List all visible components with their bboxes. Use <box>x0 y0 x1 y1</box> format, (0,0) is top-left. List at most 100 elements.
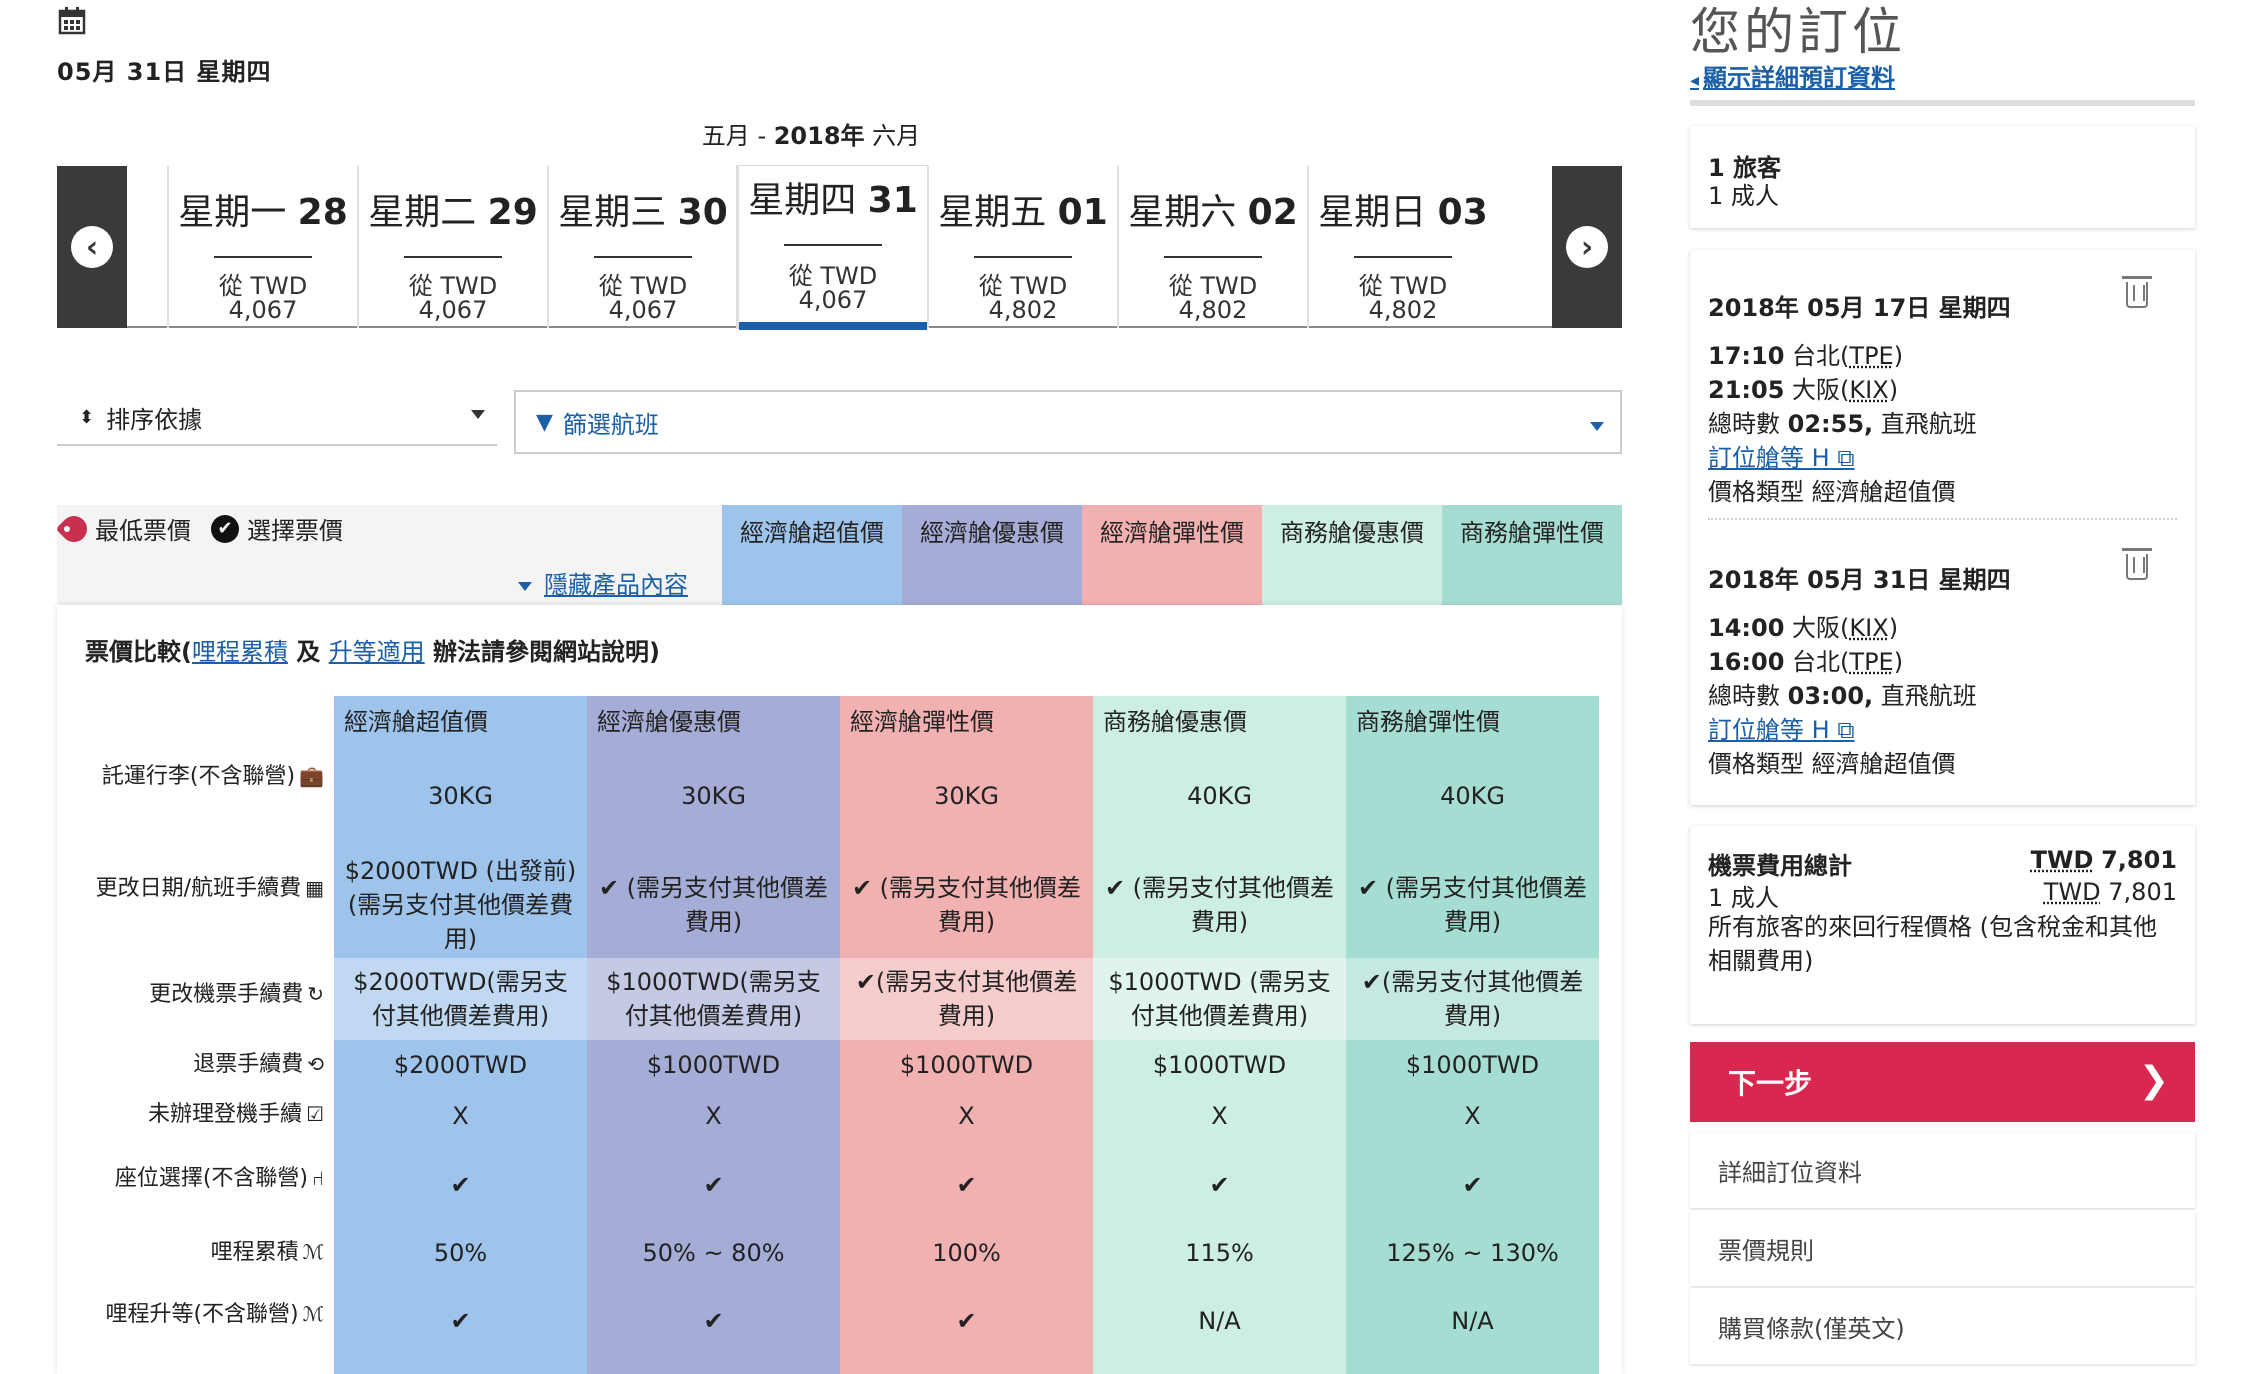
comparison-cell: X <box>705 1102 722 1130</box>
fare-column-header: 經濟艙超值價 <box>344 708 488 736</box>
departure: 17:10 台北(TPE) <box>1708 342 1904 370</box>
comparison-title: 票價比較(哩程累積 及 升等適用 辦法請參閱網站說明) <box>85 638 661 666</box>
comparison-cell: 30KG <box>681 782 746 810</box>
fare-class-tab-4[interactable]: 商務艙優惠價 <box>1262 505 1442 605</box>
comparison-cell: N/A <box>1198 1307 1241 1335</box>
date-option-02[interactable]: 星期六 02 從 TWD 4,802 <box>1117 166 1307 328</box>
comparison-cell: X <box>1464 1102 1481 1130</box>
comparison-cell: $1000TWD <box>1152 1051 1287 1079</box>
date-option-label: 星期五 01 <box>938 192 1108 233</box>
miles-icon: ℳ <box>302 1302 324 1326</box>
checkbox-icon: ☑ <box>306 1102 324 1126</box>
date-option-label: 星期六 02 <box>1128 192 1298 233</box>
miles-accrual-link[interactable]: 哩程累積 <box>192 638 288 666</box>
date-option-divider <box>974 256 1072 258</box>
date-option-31[interactable]: 星期四 31 從 TWD 4,067 <box>737 166 927 330</box>
arrival: 16:00 台北(TPE) <box>1708 648 1904 676</box>
comparison-cell: N/A <box>1451 1307 1494 1335</box>
refund-icon: ⟲ <box>307 1052 324 1076</box>
arrival: 21:05 大阪(KIX) <box>1708 376 1899 404</box>
comparison-cell: $1000TWD <box>646 1051 781 1079</box>
total-label: 機票費用總計 <box>1708 852 1852 880</box>
prev-dates-button[interactable]: ‹ <box>57 166 127 328</box>
departure: 14:00 大阪(KIX) <box>1708 614 1899 642</box>
date-option-price: 4,802 <box>988 296 1058 324</box>
external-link-icon: ⧉ <box>1837 444 1855 472</box>
fare-legend: 最低票價 ✔ 選擇票價 隱藏產品內容 <box>55 505 722 605</box>
chevron-down-icon <box>518 581 532 591</box>
comparison-cell: 50% <box>433 1239 488 1267</box>
date-option-divider <box>784 244 882 246</box>
fare-class-tab-2[interactable]: 經濟艙優惠價 <box>902 505 1082 605</box>
arrow-left-icon: ‹ <box>71 226 113 268</box>
comparison-cell: ✔ <box>1462 1171 1483 1199</box>
comparison-cell: ✔ (需另支付其他價差費用) <box>851 874 1082 936</box>
show-booking-details-link[interactable]: ◂ 顯示詳細預訂資料 <box>1690 58 1895 93</box>
comparison-cell: 100% <box>932 1239 1001 1267</box>
date-option-divider <box>1354 256 1452 258</box>
booking-title: 您的訂位 <box>1690 3 1906 61</box>
comparison-cell: 30KG <box>934 782 999 810</box>
date-option-29[interactable]: 星期二 29 從 TWD 4,067 <box>357 166 547 328</box>
comparison-row-label: 哩程累積 ℳ <box>80 1236 324 1269</box>
sidebar-divider <box>1690 100 2195 106</box>
flight-separator <box>1708 518 2177 520</box>
hide-product-details-link[interactable]: 隱藏產品內容 <box>518 565 688 600</box>
date-option-label: 星期二 29 <box>368 192 538 233</box>
date-carousel: ‹ 星期一 28 從 TWD 4,067 星期二 29 從 TWD 4,067 星期三 30… <box>57 166 1622 330</box>
comparison-cell: $2000TWD <box>393 1051 528 1079</box>
date-option-28[interactable]: 星期一 28 從 TWD 4,067 <box>167 166 357 328</box>
upgrade-link[interactable]: 升等適用 <box>329 638 425 666</box>
fare-rules-link[interactable]: 票價規則 <box>1690 1210 2195 1286</box>
date-option-01[interactable]: 星期五 01 從 TWD 4,802 <box>927 166 1117 328</box>
date-option-price: 4,802 <box>1368 296 1438 324</box>
purchase-terms-link[interactable]: 購買條款(僅英文) <box>1690 1288 2195 1364</box>
adult-price: TWD 7,801 <box>2043 878 2177 906</box>
comparison-cell: ✔ <box>1209 1171 1230 1199</box>
sort-dropdown[interactable]: ⬍ 排序依據 <box>57 390 497 446</box>
check-circle-icon: ✔ <box>211 514 239 543</box>
miles-icon: ℳ <box>302 1240 324 1264</box>
chevron-right-icon: ❯ <box>2138 1060 2169 1101</box>
price-tag-icon <box>55 510 93 547</box>
date-option-price: 4,067 <box>608 296 678 324</box>
chosen-fare-label: 選擇票價 <box>247 517 343 545</box>
comparison-cell: ✔ <box>450 1307 471 1335</box>
itinerary-card: 2018年 05月 17日 星期四 17:10 台北(TPE) 21:05 大阪(K… <box>1690 250 2195 805</box>
date-option-03[interactable]: 星期日 03 從 TWD 4,802 <box>1307 166 1497 328</box>
duration: 總時數 02:55, 直飛航班 <box>1708 410 1977 438</box>
trash-icon[interactable] <box>2122 548 2152 580</box>
date-option-label: 星期一 28 <box>178 192 348 233</box>
comparison-cell: $2000TWD(需另支付其他價差費用) <box>353 968 568 1030</box>
comparison-cell: ✔ <box>450 1171 471 1199</box>
date-option-price: 4,802 <box>1178 296 1248 324</box>
next-dates-button[interactable]: › <box>1552 166 1622 328</box>
next-step-button[interactable]: 下一步 ❯ <box>1690 1042 2195 1122</box>
booking-class-link[interactable]: 訂位艙等 H ⧉ <box>1708 438 1854 473</box>
date-option-divider <box>594 256 692 258</box>
comparison-row-label: 哩程升等(不含聯營) ℳ <box>80 1298 324 1331</box>
comparison-cell: ✔ (需另支付其他價差費用) <box>1357 874 1588 936</box>
date-list: 星期一 28 從 TWD 4,067 星期二 29 從 TWD 4,067 星期三 30 從 … <box>127 166 1552 330</box>
comparison-cell: ✔ <box>956 1171 977 1199</box>
date-option-30[interactable]: 星期三 30 從 TWD 4,067 <box>547 166 737 328</box>
passenger-card: 1 旅客 1 成人 <box>1690 126 2195 228</box>
comparison-cell: X <box>452 1102 469 1130</box>
seat-icon: ⑁ <box>312 1166 324 1190</box>
fare-class-tab-3[interactable]: 經濟艙彈性價 <box>1082 505 1262 605</box>
filter-dropdown[interactable]: ▼ 篩選航班 <box>514 390 1622 454</box>
date-option-price: 4,067 <box>418 296 488 324</box>
comparison-row-label: 託運行李(不含聯營) 💼 <box>80 760 324 793</box>
trash-icon[interactable] <box>2122 276 2152 308</box>
fare-class-tab-5[interactable]: 商務艙彈性價 <box>1442 505 1622 605</box>
date-option-label: 星期三 30 <box>558 192 728 233</box>
flight-date: 2018年 05月 17日 星期四 <box>1708 294 2011 322</box>
comparison-row-label: 更改日期/航班手續費 ▦ <box>80 872 324 905</box>
booking-class-link[interactable]: 訂位艙等 H ⧉ <box>1708 710 1854 745</box>
comparison-cell: $1000TWD <box>1405 1051 1540 1079</box>
filter-icon: ▼ <box>536 409 553 435</box>
fare-class-tab-1[interactable]: 經濟艙超值價 <box>722 505 902 605</box>
fare-type: 價格類型 經濟艙超值價 <box>1708 478 1956 506</box>
calendar-icon <box>58 7 86 35</box>
booking-details-link[interactable]: 詳細訂位資料 <box>1690 1132 2195 1208</box>
